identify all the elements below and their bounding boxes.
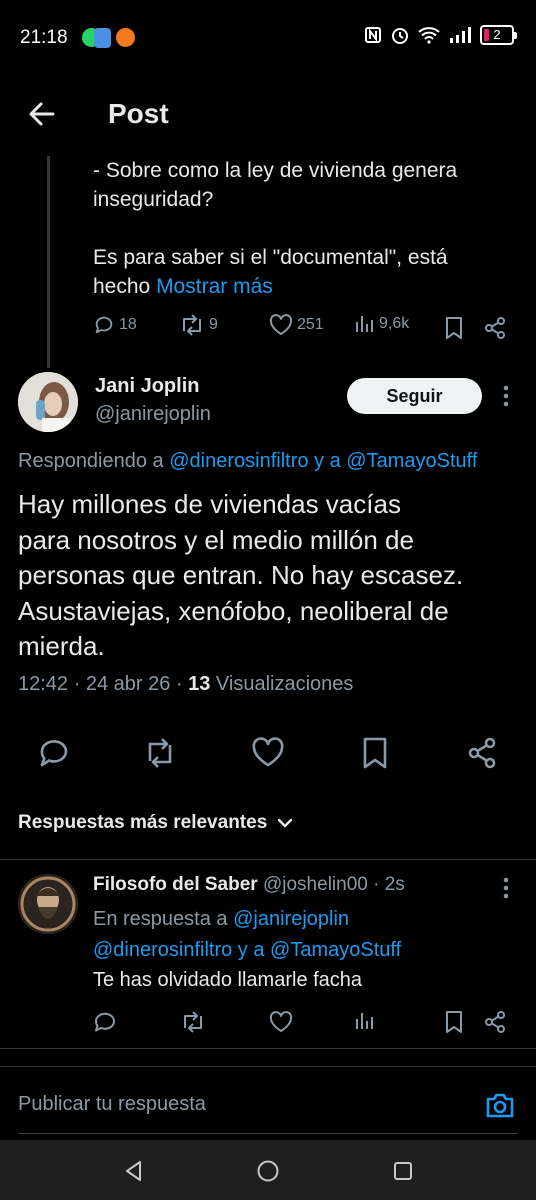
bookmark-icon[interactable] <box>358 736 392 770</box>
reply-author-avatar[interactable] <box>18 874 78 934</box>
share-icon[interactable] <box>483 1010 507 1034</box>
avatar-image <box>18 874 78 934</box>
repost-count-label: 9 <box>209 316 218 333</box>
heart-icon <box>269 314 293 335</box>
replying-to-handles[interactable]: @dinerosinfiltro y a @TamayoStuff <box>169 450 477 472</box>
system-nav-bar <box>0 1140 536 1200</box>
views-icon[interactable] <box>355 1011 375 1031</box>
share-icon[interactable] <box>483 316 507 340</box>
views-icon <box>356 316 373 332</box>
reply-count[interactable]: 18 <box>93 314 137 336</box>
repost-icon <box>183 314 201 336</box>
bookmark-icon[interactable] <box>444 316 464 340</box>
back-arrow-icon[interactable] <box>26 98 58 130</box>
repost-icon[interactable] <box>180 1010 206 1034</box>
post-action-bar <box>0 730 536 776</box>
avatar-image <box>18 372 78 432</box>
battery-level: 2 <box>493 27 501 42</box>
author-avatar[interactable] <box>18 372 78 432</box>
reply-icon[interactable] <box>93 1010 117 1034</box>
wifi-icon <box>418 27 440 44</box>
chevron-down-icon <box>278 818 293 828</box>
status-icons: 2 <box>364 25 517 45</box>
status-time: 21:18 <box>20 27 68 48</box>
view-count[interactable]: 9,6k <box>355 314 409 334</box>
post-views-label: Visualizaciones <box>210 673 354 695</box>
more-options-icon[interactable] <box>503 877 509 899</box>
more-options-icon[interactable] <box>503 385 509 407</box>
author-name[interactable]: Jani Joplin <box>95 375 199 398</box>
status-bar: 21:18 2 <box>0 0 536 76</box>
input-underline <box>18 1133 518 1134</box>
reply-context: En respuesta a @janirejoplin @dinerosinf… <box>93 904 513 966</box>
reply-author-name[interactable]: Filosofo del Saber <box>93 874 258 895</box>
show-more-link[interactable]: Mostrar más <box>156 275 273 298</box>
repost-icon[interactable] <box>143 736 177 770</box>
nav-recents-icon[interactable] <box>391 1159 415 1183</box>
app-notification-icon <box>94 28 111 48</box>
sort-label: Respuestas más relevantes <box>18 812 268 833</box>
bookmark-icon[interactable] <box>444 1010 464 1034</box>
post-text: Hay millones de viviendas vacías para no… <box>18 489 464 661</box>
reply-input[interactable]: Publicar tu respuesta <box>18 1093 206 1116</box>
page-title: Post <box>108 98 169 129</box>
previous-post-body: - Sobre como la ley de vivienda genera i… <box>93 159 458 298</box>
reply-author-meta: @joshelin00 · 2s <box>257 874 405 895</box>
post-timestamp: 12:42 · 24 abr 26 · <box>18 673 189 695</box>
signal-icon <box>450 27 471 43</box>
reply-text: Te has olvidado llamarle facha <box>93 969 363 991</box>
replying-to: Respondiendo a @dinerosinfiltro y a @Tam… <box>18 450 528 473</box>
post-meta: 12:42 · 24 abr 26 · 13 Visualizaciones <box>18 673 353 696</box>
sort-replies-dropdown[interactable]: Respuestas más relevantes <box>18 812 293 834</box>
camera-icon[interactable] <box>484 1089 516 1121</box>
replying-prefix: Respondiendo a <box>18 450 170 472</box>
divider <box>0 859 536 860</box>
nav-home-icon[interactable] <box>256 1159 280 1183</box>
author-handle[interactable]: @janirejoplin <box>95 403 211 426</box>
battery-icon: 2 <box>480 25 517 45</box>
post-view-count[interactable]: 13 <box>188 673 210 695</box>
share-icon[interactable] <box>465 736 499 770</box>
reply-header[interactable]: Filosofo del Saber @joshelin00 · 2s <box>93 874 405 896</box>
thread-line <box>47 156 50 368</box>
divider <box>0 1048 536 1049</box>
view-count-label: 9,6k <box>379 315 410 332</box>
reply-context-prefix: En respuesta a <box>93 908 234 930</box>
like-count-label: 251 <box>297 316 324 333</box>
heart-icon[interactable] <box>251 736 285 770</box>
previous-post-text[interactable]: - Sobre como la ley de vivienda genera i… <box>93 156 513 301</box>
app-notification-icon-2 <box>116 28 135 47</box>
reply-icon <box>95 316 113 334</box>
reply-icon[interactable] <box>37 736 71 770</box>
nav-back-icon[interactable] <box>122 1159 146 1183</box>
previous-post-metrics: 18 9 251 9,6k <box>93 314 513 342</box>
nfc-icon <box>365 27 381 43</box>
alarm-icon <box>392 28 408 44</box>
reply-count-label: 18 <box>119 316 137 333</box>
like-count[interactable]: 251 <box>269 314 324 336</box>
top-bar: Post <box>0 76 536 156</box>
heart-icon[interactable] <box>269 1010 293 1034</box>
follow-button[interactable]: Seguir <box>347 378 482 414</box>
compose-bar: Publicar tu respuesta <box>0 1066 536 1140</box>
repost-count[interactable]: 9 <box>179 314 218 336</box>
reply-action-bar <box>93 1008 513 1036</box>
